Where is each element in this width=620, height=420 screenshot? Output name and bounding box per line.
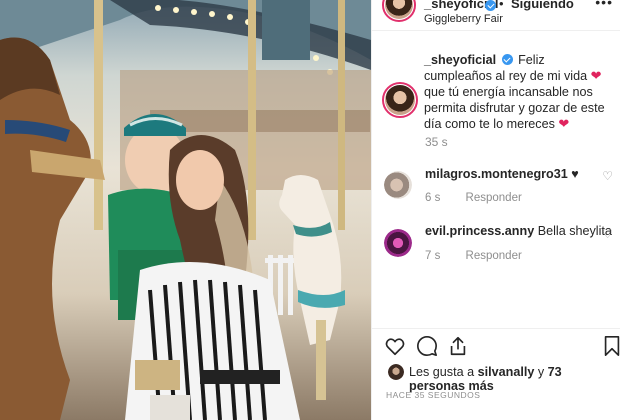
caption-time[interactable]: 35 s (425, 135, 448, 149)
reply-button[interactable]: Responder (466, 250, 522, 262)
comment-meta: 6 s Responder (425, 192, 522, 204)
comment-meta: 7 s Responder (425, 250, 522, 262)
heart-emoji: ❤ (590, 68, 602, 83)
follow-status-button[interactable]: Siguiendo (511, 0, 574, 11)
caption-text-2: que tú energía incansable nos permita di… (424, 85, 605, 131)
share-icon[interactable] (447, 335, 469, 357)
comment-text: ♥ (571, 167, 579, 181)
post-location[interactable]: Giggleberry Fair (424, 13, 503, 25)
small-heart-icon[interactable]: ♡ (602, 169, 613, 183)
comment-item: evil.princess.anny Bella sheylita 7 s Re… (372, 223, 620, 283)
carousel-photo-illustration (0, 0, 371, 420)
author-avatar[interactable] (382, 0, 416, 22)
comment-time[interactable]: 6 s (425, 192, 440, 204)
likes-summary: Les gusta a silvanally y 73 personas más (372, 362, 620, 393)
header-separator: • (499, 0, 504, 11)
caption-username[interactable]: _sheyoficial (424, 53, 496, 67)
comment-username[interactable]: milagros.montenegro31 (425, 167, 568, 181)
comment-icon[interactable] (416, 335, 438, 357)
liker-avatar[interactable] (388, 364, 404, 380)
post-photo[interactable] (0, 0, 371, 420)
bookmark-icon[interactable] (603, 335, 620, 357)
small-heart-icon[interactable]: ♡ (602, 227, 613, 241)
comment-text-row: milagros.montenegro31 ♥ (425, 167, 579, 181)
likes-conjunction: y (537, 365, 545, 379)
more-icon[interactable]: ••• (595, 0, 613, 10)
commenter-avatar[interactable] (384, 171, 412, 199)
actions-divider (372, 328, 620, 329)
post-caption: _sheyoficial Feliz cumpleaños al rey de … (424, 52, 616, 132)
first-liker[interactable]: silvanally (478, 365, 535, 379)
comment-username[interactable]: evil.princess.anny (425, 224, 534, 238)
heart-outline-icon[interactable] (384, 335, 406, 357)
comment-item: milagros.montenegro31 ♥ 6 s Responder ♡ (372, 165, 620, 225)
reply-button[interactable]: Responder (466, 192, 522, 204)
comment-text-row: evil.princess.anny Bella sheylita (425, 224, 612, 238)
caption-avatar[interactable] (382, 82, 418, 118)
comment-time[interactable]: 7 s (425, 250, 440, 262)
post-timestamp[interactable]: HACE 35 SEGUNDOS (386, 390, 480, 400)
post-details-panel: _sheyoficial • Siguiendo Giggleberry Fai… (371, 0, 620, 420)
post-header: _sheyoficial • Siguiendo Giggleberry Fai… (372, 0, 620, 31)
comment-text: Bella sheylita (537, 224, 612, 238)
commenter-avatar[interactable] (384, 229, 412, 257)
likes-text: Les gusta a silvanally y 73 personas más (409, 365, 620, 393)
likes-prefix: Les gusta a (409, 365, 475, 379)
verified-badge-icon (501, 54, 513, 65)
heart-emoji: ❤ (558, 116, 570, 131)
post-actions (372, 335, 620, 361)
